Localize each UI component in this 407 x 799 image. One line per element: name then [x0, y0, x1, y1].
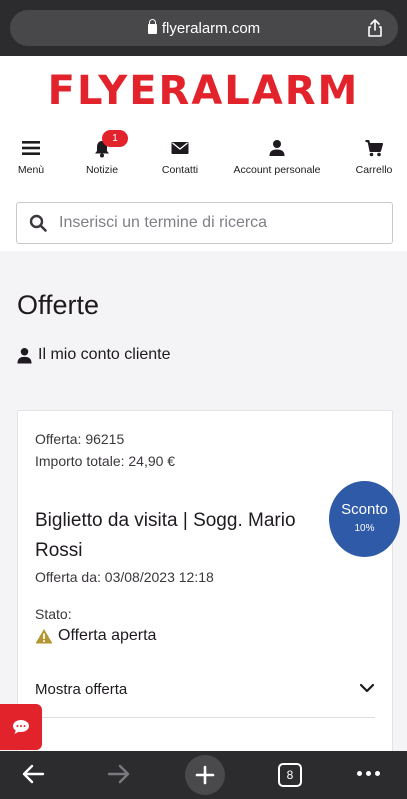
chat-button[interactable] [0, 704, 42, 750]
envelope-icon [171, 142, 189, 154]
nav-account-label: Account personale [233, 164, 321, 176]
discount-value: 10% [354, 523, 375, 534]
user-icon [269, 140, 285, 156]
browser-bottom-bar: 8 [0, 751, 407, 799]
search-input[interactable] [59, 214, 369, 232]
nav-contacts[interactable]: Contatti [156, 138, 204, 176]
chevron-down-icon [359, 683, 375, 693]
search-icon[interactable] [29, 214, 47, 232]
discount-badge: Sconto 10% [329, 481, 400, 557]
url-text: flyeralarm.com [161, 19, 261, 37]
nav-notifications-label: Notizie [85, 164, 119, 176]
customer-account-label: Il mio conto cliente [38, 346, 171, 363]
back-arrow-icon[interactable] [21, 763, 45, 785]
search-box [16, 202, 393, 244]
header-nav: Menù 1 Notizie Contatti Account personal… [0, 130, 407, 184]
page-title: Offerte [17, 290, 100, 320]
offer-product-name: Biglietto da visita | Sogg. Mario Rossi [35, 510, 296, 561]
offer-number: Offerta: 96215 [35, 431, 125, 447]
more-menu-icon[interactable] [357, 771, 380, 776]
offer-status-label: Stato: [35, 606, 72, 622]
hamburger-icon [22, 141, 40, 155]
site-header: FLYERALARM Menù 1 Notizie Contatti Accou… [0, 56, 407, 251]
tabs-button[interactable]: 8 [278, 763, 302, 787]
notification-badge: 1 [102, 130, 128, 147]
nav-menu[interactable]: Menù [13, 138, 49, 176]
flyeralarm-logo[interactable]: FLYERALARM [0, 68, 407, 114]
nav-notifications[interactable]: 1 Notizie [79, 130, 128, 176]
warning-icon [35, 629, 53, 644]
address-bar[interactable]: flyeralarm.com [10, 10, 398, 46]
offer-status-value: Offerta aperta [58, 627, 157, 644]
offer-status: Offerta aperta [35, 627, 156, 645]
offer-date: Offerta da: 03/08/2023 12:18 [35, 569, 214, 585]
nav-menu-label: Menù [17, 164, 45, 176]
show-offer-toggle[interactable]: Mostra offerta [35, 681, 375, 698]
customer-account-link[interactable]: Il mio conto cliente [17, 346, 171, 364]
nav-cart-label: Carrello [355, 164, 393, 176]
user-icon [17, 347, 32, 363]
lock-icon [147, 19, 157, 34]
nav-account[interactable]: Account personale [228, 138, 326, 176]
offer-card: Offerta: 96215 Importo totale: 24,90 € B… [17, 410, 393, 755]
discount-title: Sconto [341, 501, 388, 518]
forward-arrow-icon[interactable] [107, 763, 131, 785]
nav-contacts-label: Contatti [161, 164, 199, 176]
cart-icon [365, 140, 383, 157]
plus-icon [195, 765, 215, 785]
card-divider [35, 717, 375, 718]
offer-total: Importo totale: 24,90 € [35, 453, 176, 469]
chat-bubble-icon [13, 720, 29, 734]
show-offer-label: Mostra offerta [35, 681, 128, 698]
new-tab-button[interactable] [185, 755, 225, 795]
nav-cart[interactable]: Carrello [351, 138, 397, 176]
browser-top-bar: flyeralarm.com [0, 0, 407, 56]
share-icon[interactable] [365, 18, 385, 38]
